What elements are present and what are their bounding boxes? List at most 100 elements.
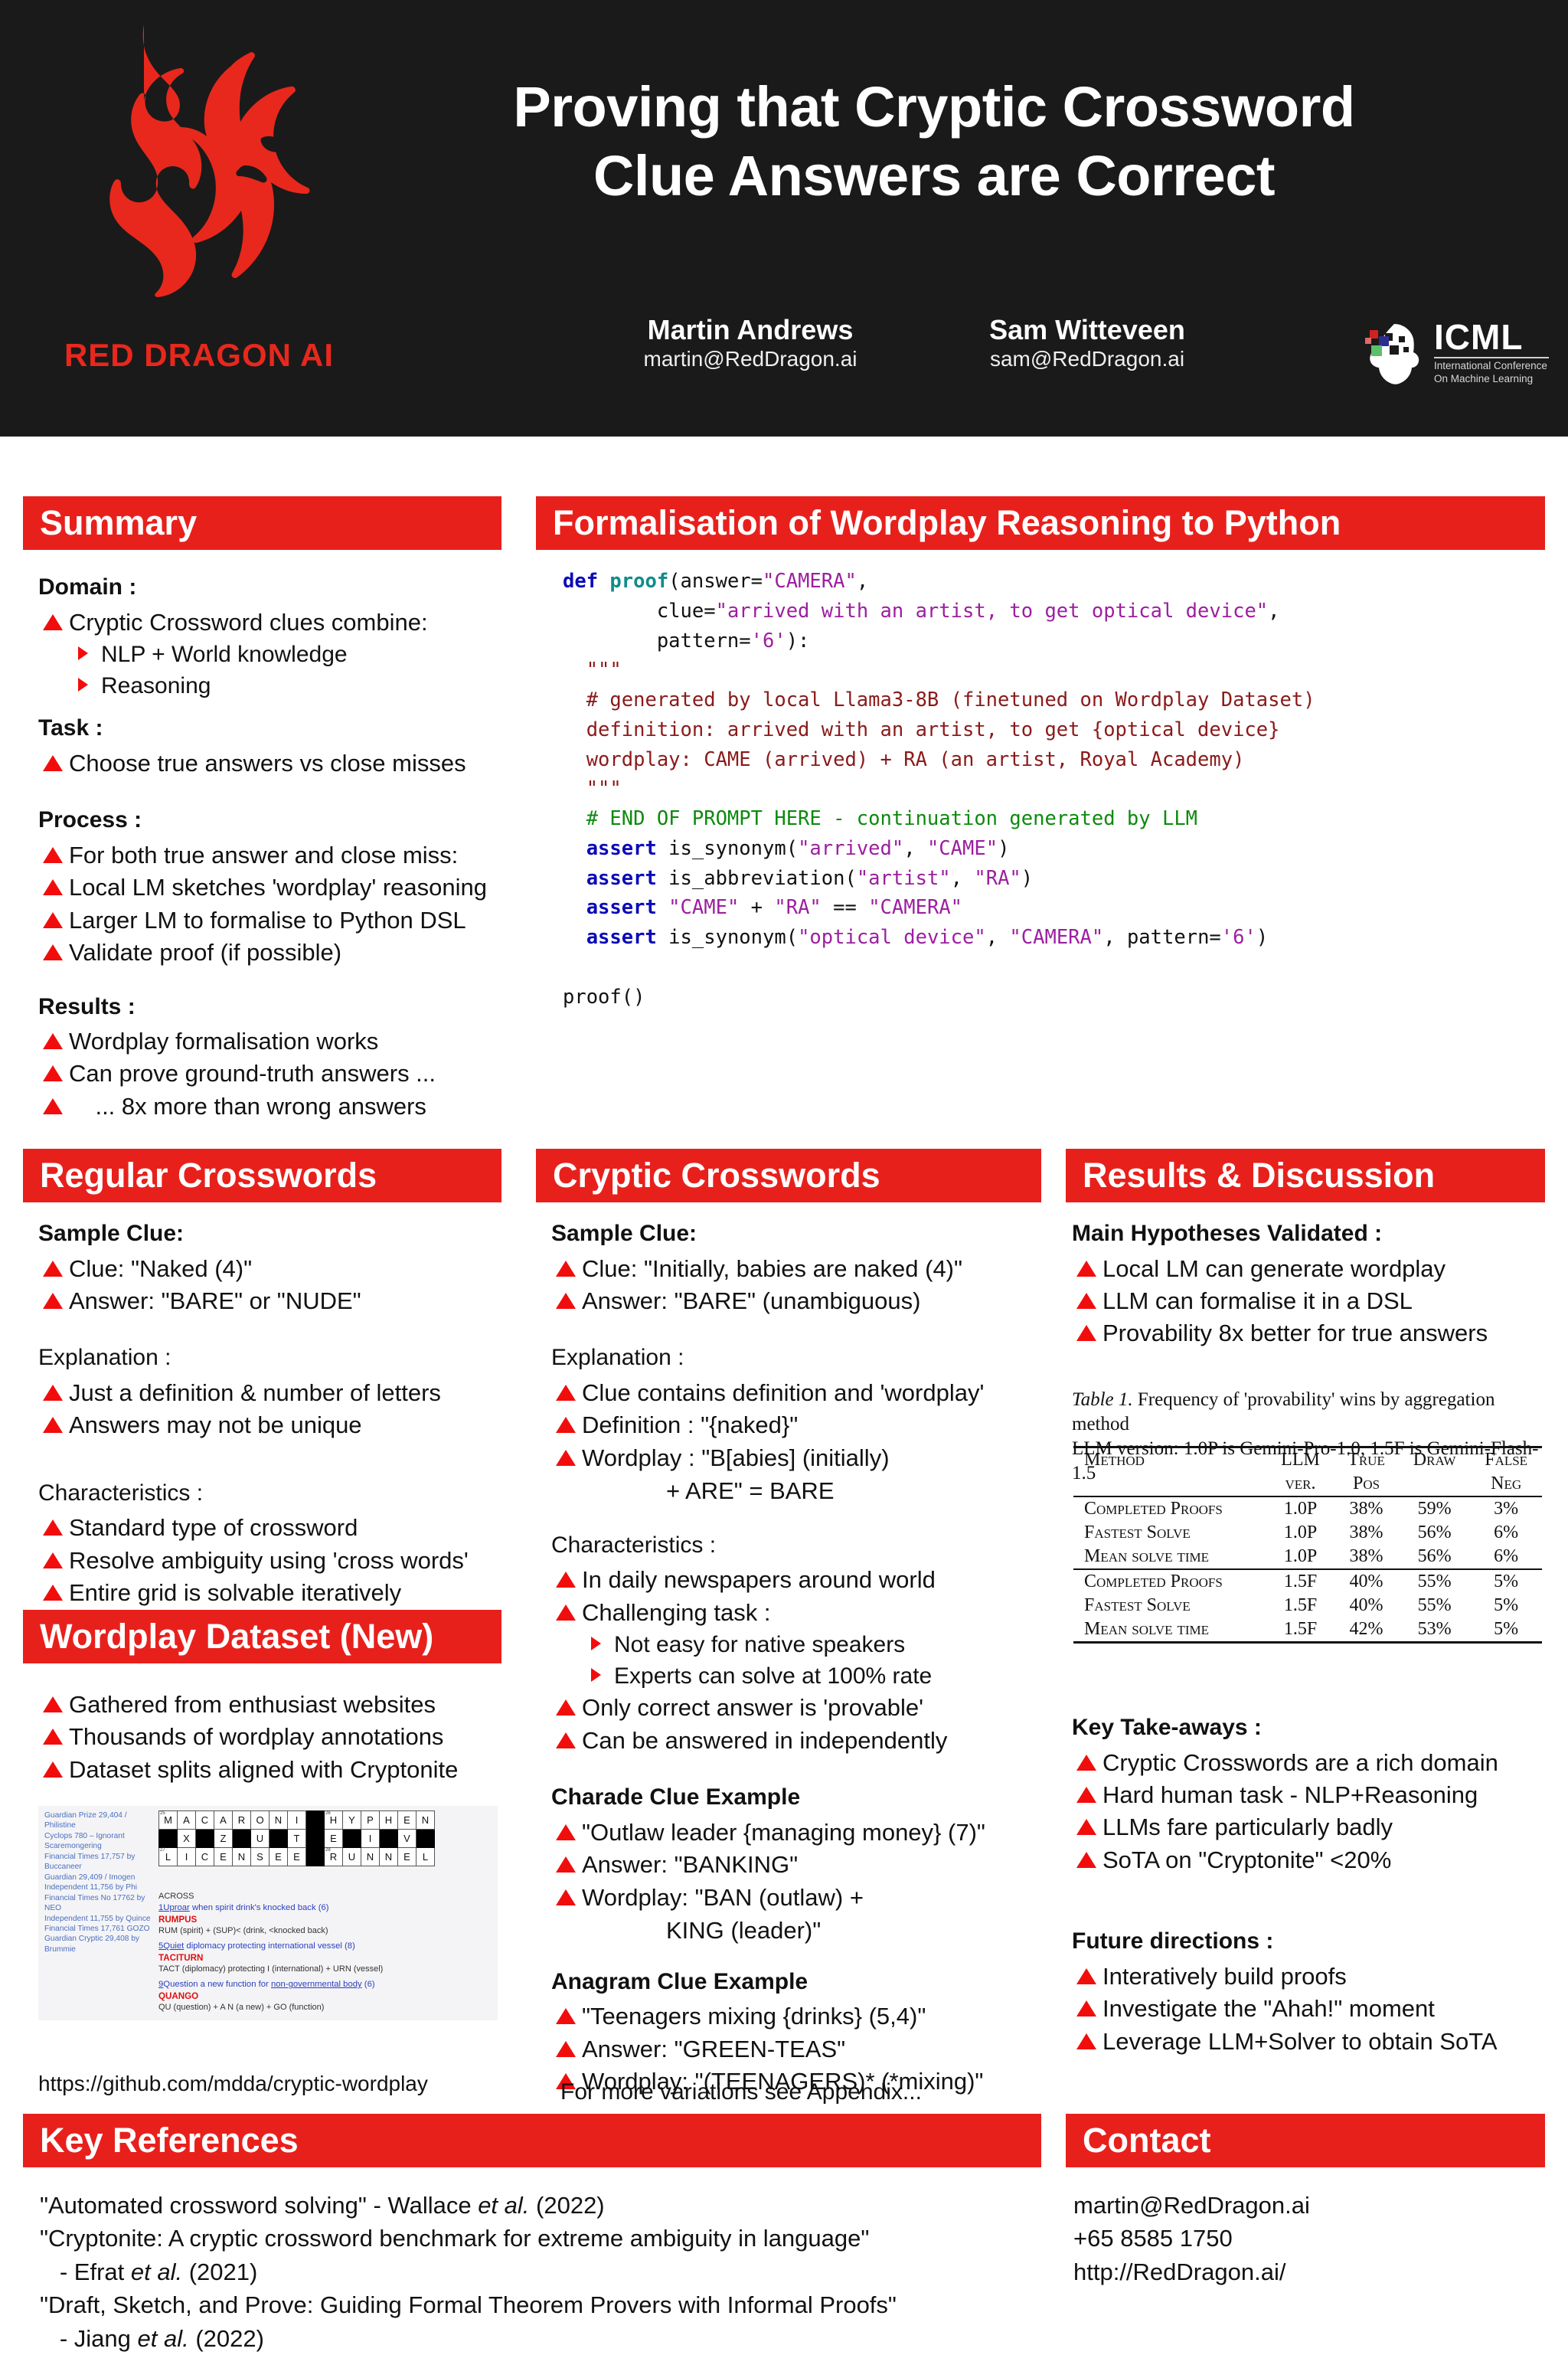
author-1: Martin Andrews martin@RedDragon.ai bbox=[582, 314, 919, 374]
triangle-bullet-icon bbox=[556, 1889, 576, 1905]
list-item-label: Dataset splits aligned with Cryptonite bbox=[69, 1755, 459, 1783]
sidebar-link[interactable]: Independent 11,756 by Phi bbox=[44, 1882, 155, 1892]
triangle-bullet-icon bbox=[556, 1292, 576, 1309]
list-item-label: Standard type of crossword bbox=[69, 1514, 358, 1542]
crossword-grid: 25 M A C A R O N I 26 H Y P H E N X Z U T E I V 27 L I C E N S E E 28 R U N… bbox=[158, 1810, 435, 1866]
cryptic-challenging-sublist: Not easy for native speakers Experts can… bbox=[551, 1629, 1057, 1692]
code-string: "artist" bbox=[856, 866, 951, 890]
triangle-bullet-icon bbox=[43, 1417, 63, 1434]
crossword-cell[interactable]: N bbox=[361, 1847, 380, 1866]
code-string: "RA" bbox=[774, 896, 822, 920]
crossword-cell[interactable]: E bbox=[324, 1829, 343, 1848]
list-item: Wordplay: "BAN (outlaw) + bbox=[551, 1882, 1057, 1914]
sidebar-link[interactable]: Guardian Prize 29,404 / Philistine bbox=[44, 1810, 155, 1831]
sidebar-link[interactable]: Cyclops 780 – Ignorant Scaremongering bbox=[44, 1831, 155, 1852]
contact-phone: +65 8585 1750 bbox=[1073, 2225, 1233, 2252]
crossword-cell[interactable]: Z bbox=[214, 1829, 233, 1848]
takeaways-label: Key Take-aways : bbox=[1072, 1715, 1262, 1740]
clue-text[interactable]: 9Question a new function for non-governm… bbox=[158, 1979, 488, 1990]
crossword-cell[interactable]: O bbox=[250, 1810, 270, 1830]
crossword-cell[interactable]: H bbox=[379, 1810, 398, 1830]
reference-item: - Efrat et al. (2021) bbox=[40, 2258, 258, 2285]
sidebar-link[interactable]: Financial Times 17,761 GOZO bbox=[44, 1924, 155, 1934]
crossword-cell[interactable]: I bbox=[287, 1810, 306, 1830]
table-row: Completed Proofs 1.0P 38% 59% 3% bbox=[1073, 1496, 1542, 1521]
crossword-cell[interactable]: U bbox=[250, 1829, 270, 1848]
crossword-cell[interactable]: Y bbox=[342, 1810, 361, 1830]
triangle-bullet-icon bbox=[43, 1384, 63, 1401]
regular-sample-list: Clue: "Naked (4)" Answer: "BARE" or "NUD… bbox=[38, 1253, 513, 1318]
clue-explanation: QU (question) + A N (a new) + GO (functi… bbox=[158, 2002, 325, 2012]
brand-name: RED DRAGON AI bbox=[64, 337, 335, 373]
crossword-cell[interactable]: 27 L bbox=[158, 1847, 178, 1866]
crossword-cell[interactable]: A bbox=[214, 1810, 233, 1830]
crossword-cell[interactable]: S bbox=[250, 1847, 270, 1866]
cryptic-explanation-list: Clue contains definition and 'wordplay' … bbox=[551, 1377, 1057, 1474]
crossword-cell[interactable]: U bbox=[342, 1847, 361, 1866]
list-item-label: Local LM can generate wordplay bbox=[1102, 1254, 1446, 1282]
crossword-cell[interactable]: 28 R bbox=[324, 1847, 343, 1866]
crossword-cell[interactable]: P bbox=[361, 1810, 380, 1830]
crossword-cell[interactable]: I bbox=[177, 1847, 196, 1866]
list-item: Local LM sketches 'wordplay' reasoning bbox=[38, 872, 513, 904]
sidebar-link[interactable]: Financial Times No 17762 by NEO bbox=[44, 1893, 155, 1914]
domain-sublist: NLP + World knowledge Reasoning bbox=[38, 639, 513, 702]
crossword-cell[interactable]: E bbox=[287, 1847, 306, 1866]
dataset-list: Gathered from enthusiast websites Thousa… bbox=[38, 1689, 513, 1786]
sidebar-link[interactable]: Independent 11,755 by Quince bbox=[44, 1914, 155, 1924]
list-item-label: Reasoning bbox=[101, 673, 211, 699]
clue-text[interactable]: 1Uproar when spirit drink's knocked back… bbox=[158, 1902, 488, 1914]
code-string: "arrived with an artist, to get optical … bbox=[715, 599, 1269, 623]
reference-item: "Draft, Sketch, and Prove: Guiding Forma… bbox=[40, 2291, 897, 2319]
code-token: is_synonym( bbox=[656, 836, 799, 860]
crossword-cell[interactable]: X bbox=[177, 1829, 196, 1848]
crossword-cell[interactable]: N bbox=[269, 1810, 288, 1830]
contact-website[interactable]: http://RedDragon.ai/ bbox=[1073, 2255, 1548, 2288]
contact-email[interactable]: martin@RedDragon.ai bbox=[1073, 2189, 1548, 2222]
list-item: Choose true answers vs close misses bbox=[38, 747, 513, 780]
table-cell: Fastest Solve bbox=[1084, 1523, 1191, 1542]
appendix-note: For more variations see Appendix... bbox=[560, 2079, 922, 2105]
clue-text[interactable]: 5Quiet diplomacy protecting internationa… bbox=[158, 1941, 488, 1952]
table-row: Completed Proofs 1.5F 40% 55% 5% bbox=[1073, 1568, 1542, 1594]
list-item-label: Answer: "GREEN-TEAS" bbox=[582, 2035, 846, 2062]
crossword-cell[interactable]: 25 M bbox=[158, 1810, 178, 1830]
crossword-cell[interactable]: N bbox=[379, 1847, 398, 1866]
table-header-cell: Draw bbox=[1398, 1446, 1471, 1472]
crossword-cell[interactable]: T bbox=[287, 1829, 306, 1848]
crossword-cell[interactable]: N bbox=[232, 1847, 251, 1866]
crossword-cell[interactable]: E bbox=[269, 1847, 288, 1866]
list-item-label: Investigate the "Ahah!" moment bbox=[1102, 1995, 1435, 2023]
future-label: Future directions : bbox=[1072, 1928, 1274, 1954]
crossword-cell[interactable]: R bbox=[232, 1810, 251, 1830]
triangle-bullet-icon bbox=[43, 754, 63, 771]
code-call-proof: proof() bbox=[563, 985, 645, 1009]
crossword-cell[interactable]: C bbox=[195, 1810, 214, 1830]
crossword-cell[interactable]: L bbox=[416, 1847, 435, 1866]
crossword-cell[interactable]: V bbox=[397, 1829, 416, 1848]
crossword-cell[interactable]: 26 H bbox=[324, 1810, 343, 1830]
list-item-label: Answer: "BANKING" bbox=[582, 1851, 799, 1879]
crossword-cell[interactable]: A bbox=[177, 1810, 196, 1830]
sidebar-link[interactable]: Guardian Cryptic 29,408 by Brummie bbox=[44, 1934, 155, 1954]
github-link[interactable]: https://github.com/mdda/cryptic-wordplay bbox=[38, 2072, 428, 2096]
crossword-cell[interactable]: E bbox=[397, 1810, 416, 1830]
crossword-cell[interactable]: E bbox=[397, 1847, 416, 1866]
sidebar-link[interactable]: Guardian 29,409 / Imogen bbox=[44, 1873, 155, 1882]
table-header-row: Method LLM True Draw False bbox=[1073, 1446, 1542, 1472]
triangle-bullet-icon bbox=[556, 2008, 576, 2025]
table-cell: 38% bbox=[1349, 1546, 1383, 1566]
crossword-cell[interactable]: N bbox=[416, 1810, 435, 1830]
code-keyword-assert: assert bbox=[563, 836, 657, 860]
list-item-label: Can be answered in independently bbox=[582, 1726, 948, 1754]
crossword-cell[interactable]: I bbox=[361, 1829, 380, 1848]
crossword-cell[interactable]: E bbox=[214, 1847, 233, 1866]
crossword-cell[interactable]: C bbox=[195, 1847, 214, 1866]
code-token: , bbox=[903, 836, 927, 860]
sidebar-link[interactable]: Financial Times 17,757 by Buccaneer bbox=[44, 1852, 155, 1873]
list-item-label: Cryptic Crossword clues combine: bbox=[69, 608, 428, 636]
list-item: Answer: "GREEN-TEAS" bbox=[551, 2033, 1057, 2066]
list-item: Reasoning bbox=[75, 670, 513, 702]
list-item: Clue: "Naked (4)" bbox=[38, 1253, 513, 1285]
list-item-label: Clue: "Naked (4)" bbox=[69, 1254, 253, 1282]
